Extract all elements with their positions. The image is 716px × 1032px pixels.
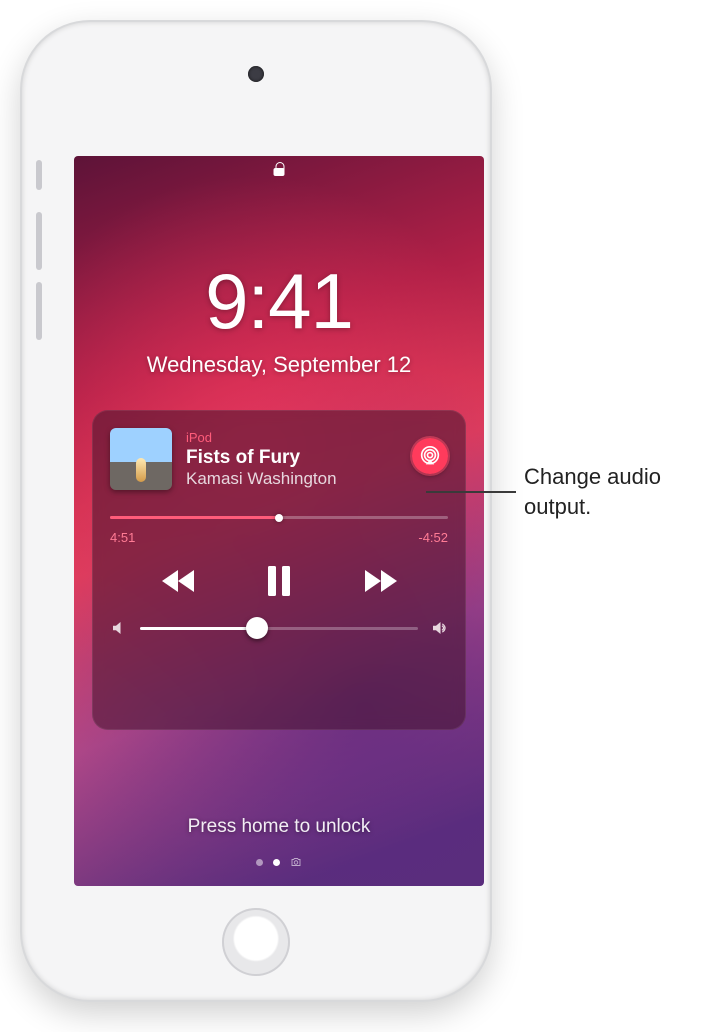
track-artist: Kamasi Washington <box>186 469 398 489</box>
volume-fill <box>140 627 257 630</box>
front-camera <box>248 66 264 82</box>
volume-up-button[interactable] <box>36 212 42 270</box>
airplay-icon <box>420 446 440 466</box>
airplay-button[interactable] <box>412 438 448 474</box>
volume-low-icon <box>110 619 128 637</box>
home-button[interactable] <box>222 908 290 976</box>
album-art[interactable] <box>110 428 172 490</box>
playback-source: iPod <box>186 430 398 445</box>
previous-button[interactable] <box>150 559 210 603</box>
pause-button[interactable] <box>249 559 309 603</box>
device-frame: 9:41 Wednesday, September 12 iPod Fists … <box>22 22 490 1000</box>
lock-screen: 9:41 Wednesday, September 12 iPod Fists … <box>74 156 484 886</box>
unlock-hint: Press home to unlock <box>74 816 484 838</box>
track-info[interactable]: iPod Fists of Fury Kamasi Washington <box>186 428 398 489</box>
scrubber-fill <box>110 516 279 519</box>
pause-icon <box>266 566 292 596</box>
volume-high-icon <box>430 619 448 637</box>
lock-icon <box>274 162 285 176</box>
now-playing-card: iPod Fists of Fury Kamasi Washington <box>92 410 466 730</box>
page-dot-active <box>273 859 280 866</box>
track-title: Fists of Fury <box>186 447 398 469</box>
callout-label: Change audio output. <box>524 462 704 521</box>
clock: 9:41 <box>74 256 484 347</box>
date: Wednesday, September 12 <box>74 352 484 378</box>
mute-switch[interactable] <box>36 160 42 190</box>
time-elapsed: 4:51 <box>110 530 135 545</box>
volume-slider[interactable] <box>140 621 418 635</box>
scrubber[interactable] <box>110 510 448 524</box>
previous-icon <box>160 568 200 594</box>
scrubber-thumb[interactable] <box>275 514 283 522</box>
volume-down-button[interactable] <box>36 282 42 340</box>
callout-leader <box>426 491 516 493</box>
next-icon <box>359 568 399 594</box>
camera-page-icon <box>290 856 302 868</box>
time-remaining: -4:52 <box>418 530 448 545</box>
page-dots[interactable] <box>74 856 484 868</box>
page-dot <box>256 859 263 866</box>
next-button[interactable] <box>349 559 409 603</box>
volume-thumb[interactable] <box>246 617 268 639</box>
